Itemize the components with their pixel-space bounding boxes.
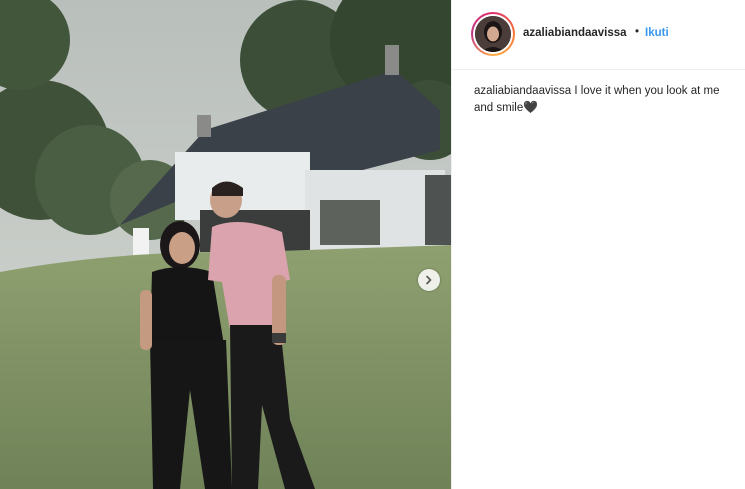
caption-username[interactable]: azaliabiandaavissa [474, 85, 574, 97]
story-ring[interactable] [471, 12, 515, 56]
next-image-button[interactable] [418, 269, 440, 291]
post-sidebar: azaliabiandaavissa • Ikuti azaliabiandaa… [452, 0, 745, 489]
post-photo[interactable] [0, 0, 451, 489]
black-heart-icon: 🖤 [523, 100, 539, 114]
chevron-right-icon [426, 275, 432, 285]
avatar[interactable] [475, 16, 511, 52]
separator-dot: • [635, 26, 640, 38]
follow-button[interactable]: Ikuti [645, 27, 669, 39]
username-link[interactable]: azaliabiandaavissa [523, 27, 627, 39]
post-header: azaliabiandaavissa • Ikuti [452, 0, 745, 70]
post-image [0, 0, 451, 489]
post-caption: azaliabiandaavissa I love it when you lo… [474, 83, 724, 116]
